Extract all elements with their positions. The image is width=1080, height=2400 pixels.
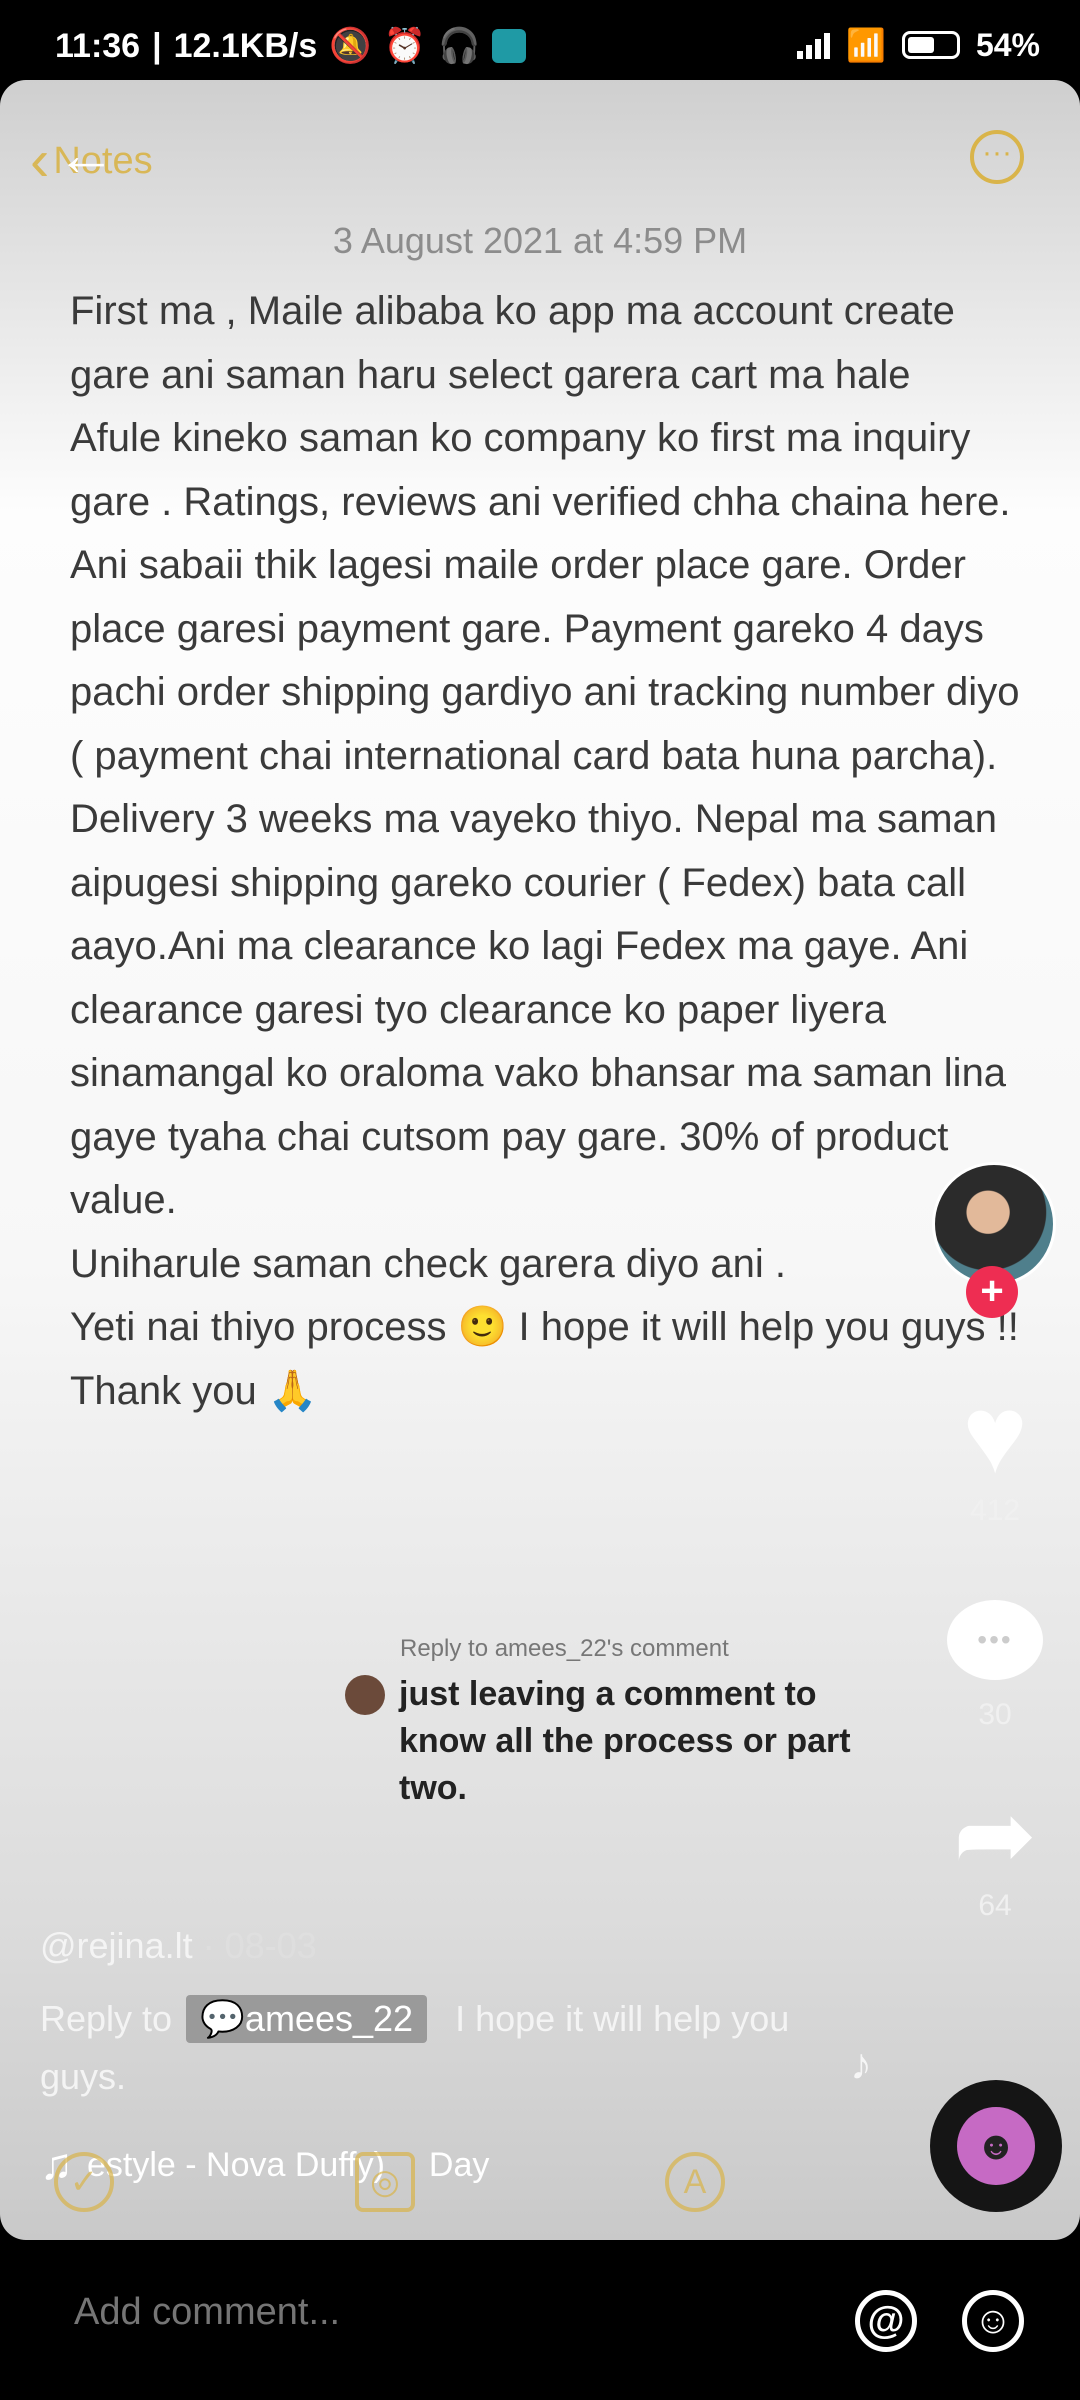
back-arrow-icon[interactable]: ← <box>56 120 116 189</box>
like-button[interactable]: ♥ 412 <box>940 1380 1050 1528</box>
like-count: 412 <box>969 1494 1021 1527</box>
comment-bubble-icon: ••• <box>947 1600 1043 1680</box>
share-button[interactable]: ➦ 64 <box>940 1785 1050 1923</box>
chevron-left-icon: ‹ <box>30 128 50 193</box>
note-paragraph: Afule kineko saman ko company ko first m… <box>70 416 1020 1222</box>
more-options-icon: ··· <box>970 130 1024 184</box>
note-body: First ma , Maile alibaba ko app ma accou… <box>70 280 1020 1423</box>
share-arrow-icon: ➦ <box>953 1779 1037 1891</box>
mute-bell-icon: 🔕 <box>329 27 372 65</box>
app-notification-icon <box>492 29 527 63</box>
post-caption: Reply to 💬amees_22 I hope it will help y… <box>40 1990 800 2106</box>
camera-icon: ◎ <box>355 2152 415 2212</box>
reply-prefix: Reply to <box>40 1998 173 2039</box>
comment-count: 30 <box>978 1698 1012 1731</box>
floating-music-note-icon: ♪ <box>850 2040 872 2089</box>
music-title-tail: Day <box>428 2145 490 2184</box>
music-disc[interactable]: ☻ <box>930 2080 1062 2212</box>
reply-sticker: Reply to amees_22's comment just leaving… <box>345 1635 905 1812</box>
follow-button[interactable]: + <box>966 1266 1018 1318</box>
note-date: 3 August 2021 at 4:59 PM <box>332 220 748 261</box>
post-author[interactable]: @rejina.lt · 08-03 <box>40 1925 317 1967</box>
markup-pen-icon: A <box>665 2152 725 2212</box>
battery-icon <box>901 31 960 59</box>
music-disc-art-icon: ☻ <box>957 2107 1035 2185</box>
status-time: 11:36 <box>55 26 141 65</box>
reply-user: amees_22 <box>244 1998 414 2039</box>
reply-sticker-text: just leaving a comment to know all the p… <box>399 1675 851 1807</box>
battery-percent: 54% <box>975 26 1040 63</box>
note-paragraph: Yeti nai thiyo process 🙂 I hope it will … <box>70 1305 1019 1413</box>
add-comment-input[interactable] <box>72 2290 776 2335</box>
username[interactable]: @rejina.lt <box>40 1925 193 1966</box>
emoji-icon[interactable]: ☺ <box>962 2290 1024 2352</box>
headphones-icon: 🎧 <box>437 27 481 65</box>
music-title: estyle - Nova Duffy) <box>87 2145 385 2184</box>
comment-bar: @ ☺ <box>0 2240 1080 2400</box>
reply-user-chip[interactable]: 💬amees_22 <box>186 1995 428 2043</box>
post-date: · 08-03 <box>202 1925 317 1966</box>
note-paragraph: Uniharule saman check garera diyo ani . <box>70 1241 786 1286</box>
share-count: 64 <box>978 1889 1012 1922</box>
network-speed: 12.1KB/s <box>173 26 318 65</box>
wifi-icon: 📶 <box>846 27 886 63</box>
commenter-avatar <box>345 1675 385 1715</box>
alarm-icon: ⏰ <box>383 27 426 65</box>
check-circle-icon: ✓ <box>54 2152 114 2212</box>
mention-icon[interactable]: @ <box>855 2290 917 2352</box>
reply-sticker-label: Reply to amees_22's comment <box>400 1635 729 1662</box>
heart-icon: ♥ <box>962 1373 1028 1496</box>
comment-button[interactable]: ••• 30 <box>940 1600 1050 1732</box>
video-player[interactable]: ‹ Notes ← ··· 3 August 2021 at 4:59 PM F… <box>0 80 1080 2240</box>
note-paragraph: First ma , Maile alibaba ko app ma accou… <box>70 289 955 397</box>
signal-icon <box>797 31 831 59</box>
status-bar: 11:36 | 12.1KB/s 🔕 ⏰ 🎧 📶 54% <box>0 0 1080 80</box>
